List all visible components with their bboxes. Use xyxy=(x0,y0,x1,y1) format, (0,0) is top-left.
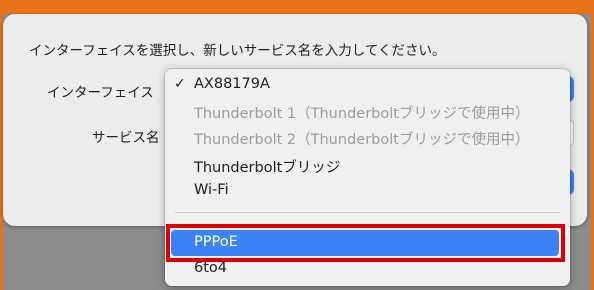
menu-separator xyxy=(175,212,560,213)
menu-item-label: Thunderboltブリッジ xyxy=(194,160,341,176)
menu-item-thunderbolt-bridge[interactable]: Thunderboltブリッジ xyxy=(165,153,570,177)
checkmark-icon: ✓ xyxy=(174,76,186,92)
menu-item-label: Thunderbolt 1（Thunderboltブリッジで使用中） xyxy=(194,106,530,122)
service-name-label: サービス名 xyxy=(92,130,160,146)
menu-item-wifi[interactable]: Wi-Fi xyxy=(165,179,570,203)
menu-item-thunderbolt-2: Thunderbolt 2（Thunderboltブリッジで使用中） xyxy=(165,125,570,149)
menu-item-label: AX88179A xyxy=(194,76,270,92)
menu-item-ax88179a[interactable]: ✓ AX88179A xyxy=(165,73,570,97)
dialog-instruction: インターフェイスを選択し、新しいサービス名を入力してください。 xyxy=(29,43,446,59)
menu-item-label: Wi-Fi xyxy=(194,182,229,198)
menu-item-label: Thunderbolt 2（Thunderboltブリッジで使用中） xyxy=(194,132,530,148)
annotation-highlight-box xyxy=(166,224,565,262)
menu-item-label: 6to4 xyxy=(194,260,228,276)
menu-item-thunderbolt-1: Thunderbolt 1（Thunderboltブリッジで使用中） xyxy=(165,99,570,123)
orange-frame-top xyxy=(0,0,594,14)
interface-label: インターフェイス xyxy=(47,85,154,101)
